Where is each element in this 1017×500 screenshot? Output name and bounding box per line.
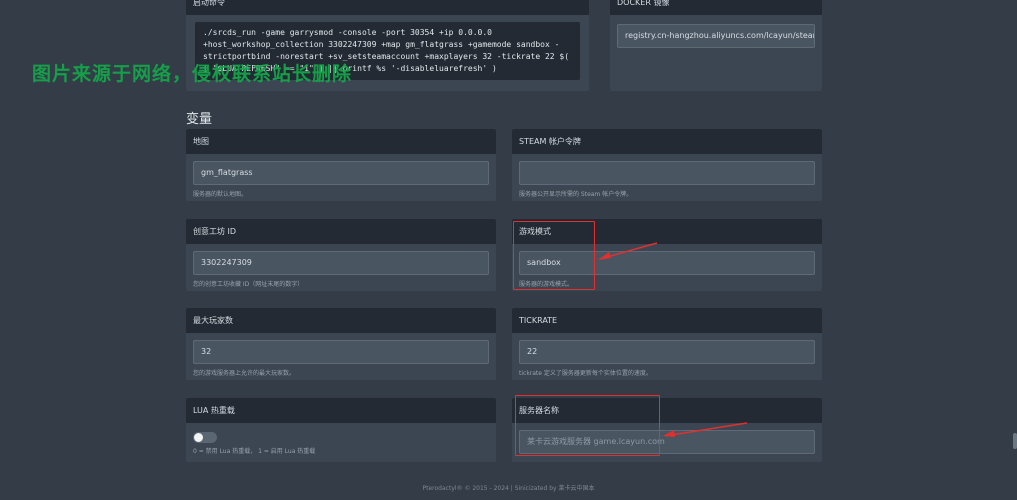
scrollbar-thumb[interactable] [1013, 433, 1017, 449]
gamemode-hint: 服务器的游戏模式。 [519, 280, 574, 288]
workshop-input[interactable] [193, 250, 489, 275]
map-hint: 服务器的默认地图。 [193, 190, 248, 198]
steam-token-input[interactable] [519, 160, 815, 185]
tickrate-label: TICKRATE [512, 308, 822, 333]
startup-command-title: 启动命令 [186, 0, 589, 15]
lua-refresh-hint: 0 = 禁用 Lua 热重载， 1 = 启用 Lua 热重载 [193, 448, 316, 455]
steam-token-label: STEAM 帐户令牌 [512, 129, 822, 154]
watermark-text: 图片来源于网络，侵权联系站长删除 [32, 63, 353, 85]
map-input[interactable] [193, 160, 489, 185]
lua-refresh-label: LUA 热重载 [186, 398, 496, 423]
docker-image-select[interactable]: registry.cn-hangzhou.aliyuncs.com/lcayun… [617, 24, 815, 48]
max-players-hint: 您的游戏服务器上允许的最大玩家数。 [193, 369, 296, 377]
workshop-hint: 您的创意工坊收藏 ID（网址末尾的数字） [193, 280, 304, 288]
variable-card-gamemode: 游戏模式 服务器的游戏模式。 [512, 219, 822, 291]
docker-image-title: DOCKER 镜像 [610, 0, 822, 15]
workshop-label: 创意工坊 ID [186, 219, 496, 244]
variable-card-workshop: 创意工坊 ID 您的创意工坊收藏 ID（网址末尾的数字） [186, 219, 496, 291]
max-players-label: 最大玩家数 [186, 308, 496, 333]
tickrate-hint: tickrate 定义了服务器更新每个实体位置的速度。 [519, 369, 652, 377]
variables-section-title: 变量 [186, 112, 213, 127]
variable-card-map: 地图 服务器的默认地图。 [186, 129, 496, 201]
server-name-label: 服务器名称 [512, 398, 822, 423]
gamemode-label: 游戏模式 [512, 219, 822, 244]
server-name-input[interactable] [519, 429, 815, 454]
lua-refresh-toggle-knob [194, 433, 203, 442]
footer-copyright: Pterodactyl® © 2015 - 2024 | Sinicizated… [422, 485, 595, 492]
map-label: 地图 [186, 129, 496, 154]
gamemode-input[interactable] [519, 250, 815, 275]
docker-image-card: DOCKER 镜像 registry.cn-hangzhou.aliyuncs.… [610, 0, 822, 91]
max-players-input[interactable] [193, 339, 489, 364]
variable-card-server-name: 服务器名称 [512, 398, 822, 462]
variable-card-lua-refresh: LUA 热重载 0 = 禁用 Lua 热重载， 1 = 启用 Lua 热重载 [186, 398, 496, 462]
variable-card-max-players: 最大玩家数 您的游戏服务器上允许的最大玩家数。 [186, 308, 496, 380]
variable-card-tickrate: TICKRATE tickrate 定义了服务器更新每个实体位置的速度。 [512, 308, 822, 380]
variable-card-steam-token: STEAM 帐户令牌 服务器公开显示所需的 Steam 帐户令牌。 [512, 129, 822, 201]
steam-token-hint: 服务器公开显示所需的 Steam 帐户令牌。 [519, 190, 633, 198]
lua-refresh-toggle[interactable] [193, 432, 217, 443]
tickrate-input[interactable] [519, 339, 815, 364]
